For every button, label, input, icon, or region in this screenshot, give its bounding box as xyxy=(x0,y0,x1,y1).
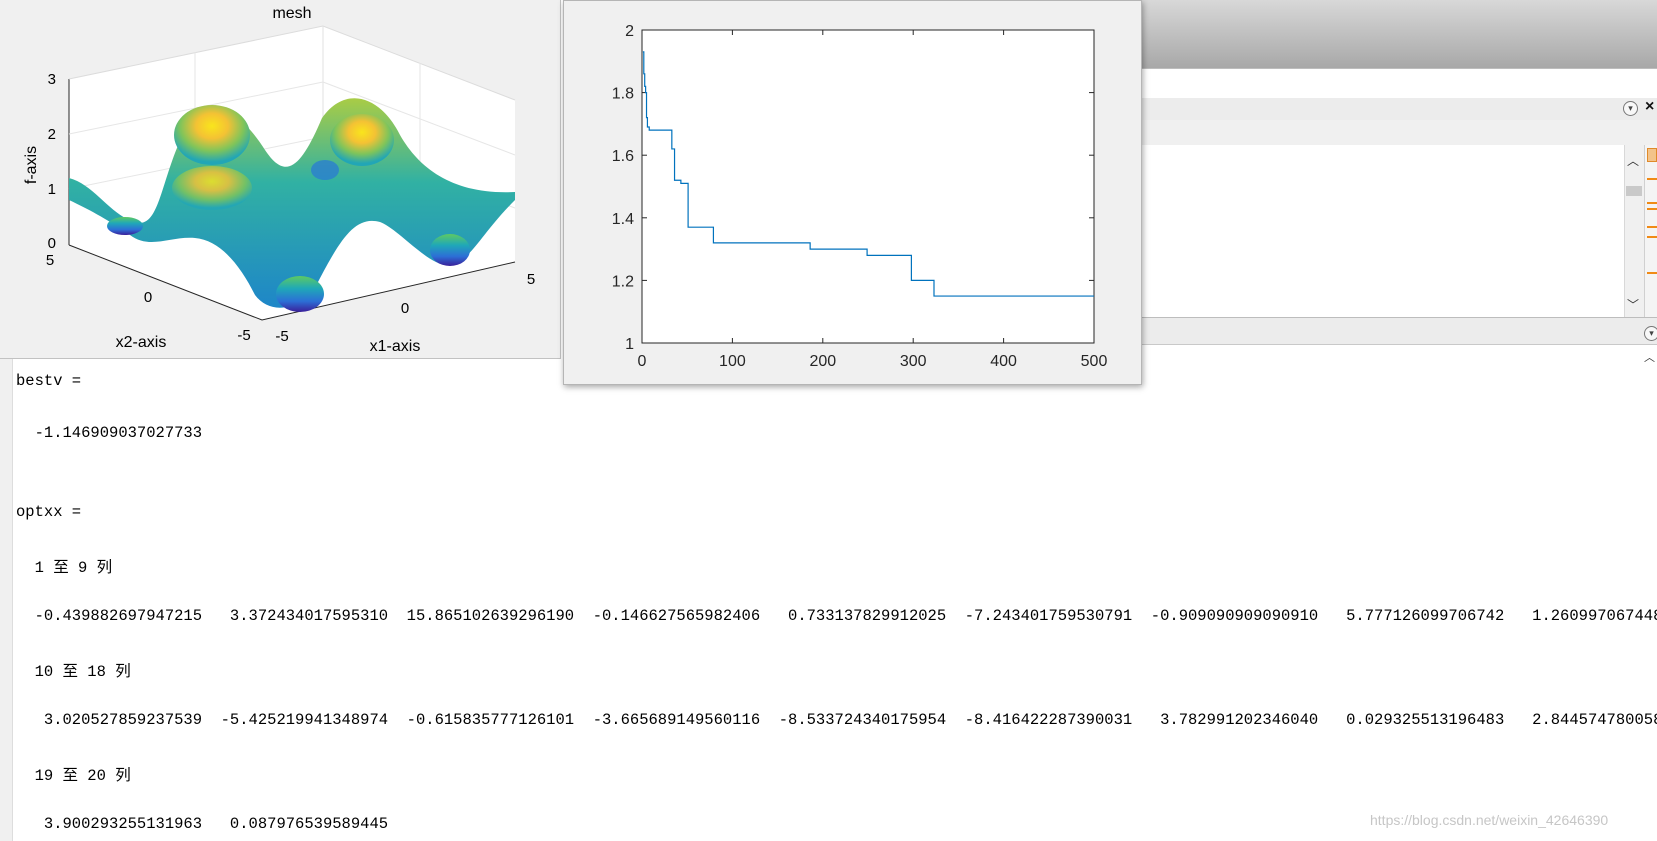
marker-icon xyxy=(1647,236,1657,238)
z-tick-label: 1 xyxy=(48,181,56,198)
x1-tick-label: -5 xyxy=(275,328,288,345)
y-tick-label: 2 xyxy=(625,23,634,40)
x1-axis-label: x1-axis xyxy=(370,338,421,355)
y-tick-label: 1 xyxy=(625,336,634,353)
x2-tick-label: -5 xyxy=(237,327,250,344)
x-tick-label: 500 xyxy=(1081,353,1108,370)
marker-icon xyxy=(1647,202,1657,204)
column-range-label: 19 至 20 列 xyxy=(16,767,131,785)
optxx-row: -0.439882697947215 3.372434017595310 15.… xyxy=(16,607,1657,625)
marker-icon xyxy=(1647,226,1657,228)
marker-icon xyxy=(1647,178,1657,180)
x1-tick-label: 0 xyxy=(401,300,409,317)
optxx-row: 3.020527859237539 -5.425219941348974 -0.… xyxy=(16,711,1657,729)
optxx-label: optxx = xyxy=(16,503,82,521)
watermark: https://blog.csdn.net/weixin_42646390 xyxy=(1370,812,1609,828)
chevron-up-icon[interactable]: ︿ xyxy=(1644,349,1655,365)
convergence-chart: 0 100 200 300 400 500 1 1.2 1.4 1.6 1.8 2 xyxy=(612,23,1108,370)
x2-axis-label: x2-axis xyxy=(116,334,167,351)
marker-icon xyxy=(1647,272,1657,274)
figure-window-convergence[interactable]: 0 100 200 300 400 500 1 1.2 1.4 1.6 1.8 2 xyxy=(563,0,1142,385)
x-tick-label: 200 xyxy=(809,353,836,370)
x1-tick-label: 5 xyxy=(527,271,535,288)
optxx-row: 3.900293255131963 0.087976539589445 xyxy=(16,815,389,833)
x-tick-label: 0 xyxy=(638,353,647,370)
editor-marker-bar xyxy=(1644,145,1657,317)
x-tick-label: 100 xyxy=(719,353,746,370)
bestv-value: -1.146909037027733 xyxy=(16,424,203,442)
y-tick-label: 1.2 xyxy=(612,273,634,290)
x2-tick-label: 0 xyxy=(144,289,152,306)
mesh-title: mesh xyxy=(272,5,311,22)
mesh-plot: mesh 3 2 1 0 f-axis 5 0 -5 x2-axis -5 0 … xyxy=(23,5,535,355)
command-window-menu-icon[interactable]: ▾ xyxy=(1644,326,1657,341)
y-tick-label: 1.8 xyxy=(612,86,634,103)
z-tick-label: 0 xyxy=(48,235,56,252)
close-icon[interactable]: × xyxy=(1645,98,1654,116)
y-tick-label: 1.4 xyxy=(612,211,634,228)
y-tick-label: 1.6 xyxy=(612,148,634,165)
x-tick-label: 400 xyxy=(990,353,1017,370)
bestv-label: bestv = xyxy=(16,372,82,390)
x-tick-label: 300 xyxy=(900,353,927,370)
figure-window-mesh[interactable]: mesh 3 2 1 0 f-axis 5 0 -5 x2-axis -5 0 … xyxy=(0,0,561,359)
column-range-label: 10 至 18 列 xyxy=(16,663,131,681)
column-range-label: 1 至 9 列 xyxy=(16,559,113,577)
marker-icon xyxy=(1647,148,1657,162)
z-tick-label: 2 xyxy=(48,126,56,143)
command-window-left-gutter xyxy=(0,355,13,841)
marker-icon xyxy=(1647,208,1657,210)
z-tick-label: 3 xyxy=(48,71,56,88)
x2-tick-label: 5 xyxy=(46,252,54,269)
z-axis-label: f-axis xyxy=(23,146,40,184)
